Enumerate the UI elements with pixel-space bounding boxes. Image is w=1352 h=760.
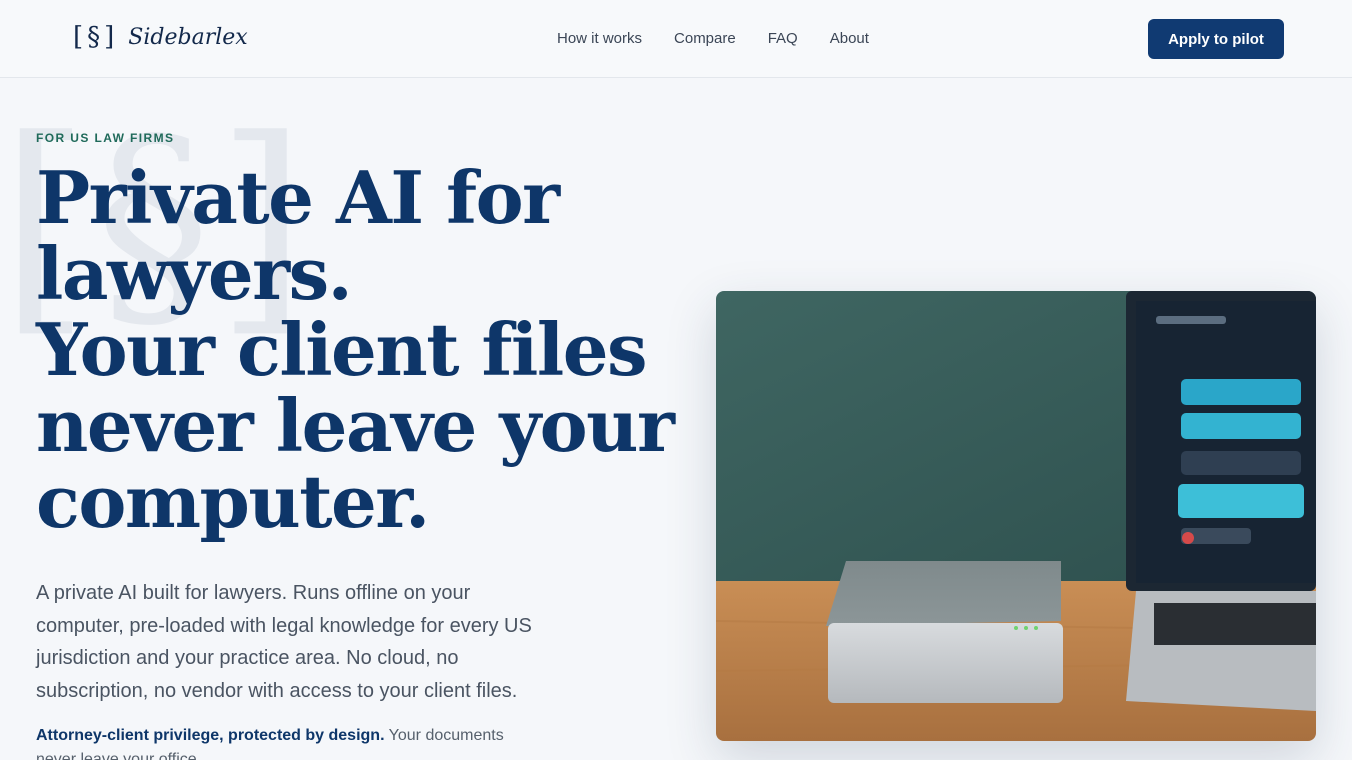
- privilege-emphasis: Attorney-client privilege, protected by …: [36, 727, 385, 744]
- hero-description: A private AI built for lawyers. Runs off…: [36, 582, 532, 702]
- headline-line: never leave your: [36, 383, 675, 468]
- section-sign-bracket-icon: [§]: [73, 22, 119, 52]
- nav-link-compare[interactable]: Compare: [674, 30, 736, 47]
- main-nav: How it works Compare FAQ About: [557, 30, 901, 47]
- brand-name: Sidebarlex: [128, 24, 248, 50]
- headline-line: Your client files: [36, 307, 648, 392]
- hero-eyebrow: FOR US LAW FIRMS: [36, 131, 175, 145]
- brand-logo[interactable]: [§] Sidebarlex: [73, 22, 248, 52]
- nav-link-faq[interactable]: FAQ: [768, 30, 798, 47]
- privilege-note: Attorney-client privilege, protected by …: [36, 724, 526, 760]
- nav-link-how-it-works[interactable]: How it works: [557, 30, 642, 47]
- nav-link-about[interactable]: About: [830, 30, 869, 47]
- headline-line: Private AI for: [36, 155, 560, 240]
- headline-line: lawyers.: [36, 231, 353, 316]
- hero-product-image: [716, 291, 1316, 741]
- top-navigation-bar: [§] Sidebarlex How it works Compare FAQ …: [0, 0, 1352, 78]
- hero-headline: Private AI for lawyers. Your client file…: [36, 160, 676, 540]
- headline-line: computer.: [36, 459, 430, 544]
- apply-to-pilot-button[interactable]: Apply to pilot: [1148, 19, 1284, 59]
